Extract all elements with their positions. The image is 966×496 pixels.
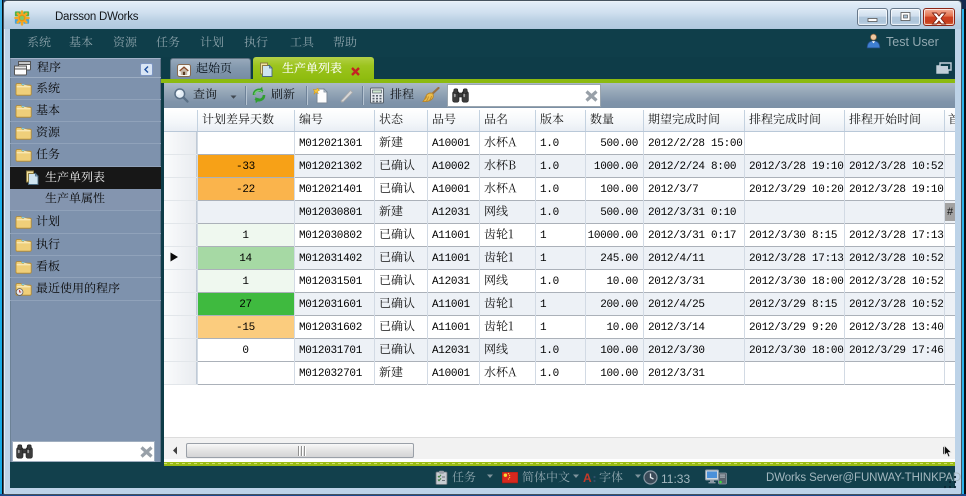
- svg-text:A: A: [583, 471, 592, 484]
